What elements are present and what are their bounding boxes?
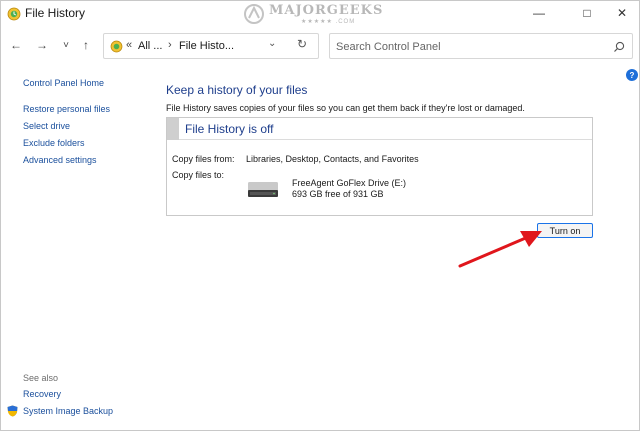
forward-button[interactable]: → bbox=[33, 35, 51, 55]
system-image-backup-link[interactable]: System Image Backup bbox=[23, 406, 113, 416]
help-icon[interactable]: ? bbox=[626, 69, 638, 81]
minimize-button[interactable]: — bbox=[519, 1, 559, 25]
status-header: File History is off bbox=[167, 118, 592, 140]
red-arrow-annotation-icon bbox=[458, 231, 542, 268]
see-also-heading: See also bbox=[23, 373, 59, 383]
navigation-bar: ← → ˅ ↑ « All ... › File Histo... ⌄ ↻ bbox=[1, 31, 639, 61]
up-arrow-icon: ↑ bbox=[83, 38, 89, 52]
select-drive-link[interactable]: Select drive bbox=[23, 121, 70, 131]
page-description: File History saves copies of your files … bbox=[166, 103, 525, 113]
close-button[interactable]: ✕ bbox=[605, 1, 639, 25]
close-icon: ✕ bbox=[616, 6, 628, 20]
back-button[interactable]: ← bbox=[7, 35, 25, 55]
file-history-app-icon bbox=[7, 7, 21, 21]
watermark-subtext: ★★★★★ .COM bbox=[301, 19, 356, 25]
search-icon[interactable] bbox=[612, 40, 626, 54]
breadcrumb-separator-icon[interactable]: › bbox=[168, 39, 172, 51]
file-history-window: File History MAJORGEEKS ★★★★★ .COM — □ ✕… bbox=[0, 0, 640, 431]
copy-from-value: Libraries, Desktop, Contacts, and Favori… bbox=[246, 154, 419, 164]
refresh-icon[interactable]: ↻ bbox=[297, 37, 307, 51]
chevron-down-icon: ˅ bbox=[63, 39, 69, 51]
drive-name: FreeAgent GoFlex Drive (E:) bbox=[292, 178, 407, 188]
restore-personal-files-link[interactable]: Restore personal files bbox=[23, 104, 110, 114]
maximize-button[interactable]: □ bbox=[567, 1, 607, 25]
status-panel: File History is off Copy files from: Lib… bbox=[166, 117, 593, 216]
recent-locations-button[interactable]: ˅ bbox=[57, 35, 75, 55]
breadcrumb-all-control-panel[interactable]: All ... bbox=[138, 40, 162, 52]
window-title: File History bbox=[25, 6, 86, 20]
status-indicator-bar bbox=[167, 118, 179, 140]
status-title: File History is off bbox=[185, 122, 274, 136]
maximize-icon: □ bbox=[583, 6, 591, 20]
address-overflow-icon[interactable]: « bbox=[126, 39, 132, 51]
search-input[interactable] bbox=[336, 39, 596, 55]
advanced-settings-link[interactable]: Advanced settings bbox=[23, 155, 97, 165]
shield-icon bbox=[7, 405, 18, 417]
watermark-logo-icon bbox=[244, 4, 264, 24]
title-bar: File History MAJORGEEKS ★★★★★ .COM — □ ✕ bbox=[1, 1, 639, 27]
recovery-link[interactable]: Recovery bbox=[23, 389, 61, 399]
watermark-text: MAJORGEEKS bbox=[269, 3, 384, 18]
back-arrow-icon: ← bbox=[10, 38, 22, 52]
copy-to-label: Copy files to: bbox=[172, 170, 225, 180]
breadcrumb-file-history[interactable]: File Histo... bbox=[179, 40, 234, 52]
minimize-icon: — bbox=[533, 6, 545, 20]
address-bar[interactable]: « All ... › File Histo... ⌄ ↻ bbox=[103, 33, 319, 59]
external-drive-icon bbox=[248, 182, 278, 197]
majorgeeks-watermark: MAJORGEEKS ★★★★★ .COM bbox=[239, 1, 389, 27]
search-box[interactable] bbox=[329, 33, 633, 59]
up-button[interactable]: ↑ bbox=[77, 35, 95, 55]
control-panel-icon bbox=[110, 40, 123, 53]
copy-from-label: Copy files from: bbox=[172, 154, 235, 164]
address-dropdown-icon[interactable]: ⌄ bbox=[268, 38, 276, 49]
drive-free-space: 693 GB free of 931 GB bbox=[292, 189, 384, 199]
forward-arrow-icon: → bbox=[36, 38, 48, 52]
exclude-folders-link[interactable]: Exclude folders bbox=[23, 138, 85, 148]
control-panel-home-link[interactable]: Control Panel Home bbox=[23, 78, 104, 88]
page-title: Keep a history of your files bbox=[166, 83, 308, 97]
